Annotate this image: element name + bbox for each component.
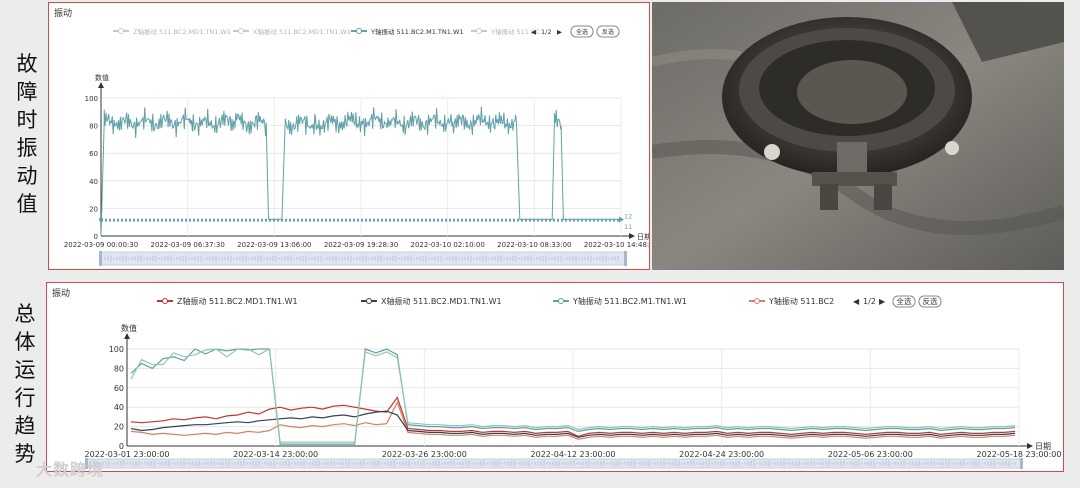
side-char: 动 bbox=[16, 164, 38, 188]
bottom-chart-svg: Z轴振动 511.BC2.MD1.TN1.W1 X轴振动 511.BC2.MD1.… bbox=[85, 295, 1062, 469]
legend-item[interactable]: Y轴振动 511.BC2 bbox=[768, 296, 834, 306]
invert-select-label[interactable]: 反选 bbox=[602, 28, 614, 36]
x-tick-label: 2022-03-09 00:00:30 bbox=[64, 241, 138, 249]
watermark-logo: 大数跨境 bbox=[36, 460, 105, 479]
datazoom-slider[interactable] bbox=[86, 458, 1022, 469]
y-tick-label: 20 bbox=[114, 423, 124, 432]
y-axis-title: 数值 bbox=[121, 323, 137, 333]
x-tick-label: 2022-05-18 23:00:00 bbox=[977, 450, 1062, 459]
top-chart-svg: Z轴振动 511.BC2.MD1.TN1.W1 X轴振动 511.BC2.MD1.… bbox=[64, 25, 649, 266]
side-char: 总 bbox=[14, 302, 36, 326]
y-tick-label: 60 bbox=[114, 384, 124, 393]
x-tick-label: 2022-03-10 08:33:00 bbox=[497, 241, 571, 249]
side-char: 体 bbox=[14, 330, 36, 354]
side-char: 运 bbox=[14, 358, 36, 382]
top-chart-panel: 振动 Z轴振动 511.BC2.MD1.TN1.W1 X轴振动 511.BC2.M… bbox=[48, 2, 650, 270]
legend-pager: 1/2 bbox=[541, 28, 551, 36]
side-char: 行 bbox=[14, 386, 36, 410]
legend-prev-icon[interactable]: ◀ bbox=[853, 297, 860, 306]
x-axis-title: 日期 bbox=[637, 233, 649, 241]
side-char: 振 bbox=[16, 136, 38, 160]
side-char: 势 bbox=[14, 442, 36, 466]
legend-marker[interactable] bbox=[238, 28, 244, 34]
invert-select-label[interactable]: 反选 bbox=[923, 296, 938, 306]
datazoom-handle-right[interactable] bbox=[1020, 458, 1023, 469]
x-tick-label: 2022-03-09 19:28:30 bbox=[324, 241, 398, 249]
y-tick-label: 60 bbox=[89, 150, 98, 158]
legend-marker[interactable] bbox=[366, 298, 372, 304]
x-tick-label: 2022-03-10 14:48:00 bbox=[584, 241, 649, 249]
legend-prev-icon[interactable]: ◀ bbox=[531, 28, 536, 36]
legend-item[interactable]: Y轴振动 511.BC2.M1.TN1.W1 bbox=[370, 27, 464, 36]
y-tick-label: 80 bbox=[114, 364, 124, 373]
legend-item[interactable]: X轴振动 511.BC2.MD1.TN1.W1 bbox=[253, 27, 351, 36]
legend-marker[interactable] bbox=[356, 28, 362, 34]
x-tick-label: 2022-03-26 23:00:00 bbox=[382, 450, 467, 459]
x-tick-label: 2022-03-09 06:37:30 bbox=[150, 241, 224, 249]
datazoom-handle-left[interactable] bbox=[99, 251, 102, 266]
y-tick-label: 100 bbox=[109, 345, 124, 354]
side-char: 趋 bbox=[14, 414, 36, 438]
side-char: 故 bbox=[16, 52, 38, 76]
side-label-trend: 总 体 运 行 趋 势 bbox=[12, 300, 38, 468]
y-tick-label: 40 bbox=[89, 178, 98, 186]
legend-item[interactable]: Z轴振动 511.BC2.MD1.TN1.W1 bbox=[177, 296, 298, 306]
x-tick-label: 2022-05-06 23:00:00 bbox=[828, 450, 913, 459]
legend-marker[interactable] bbox=[754, 298, 760, 304]
y-tick-label: 20 bbox=[89, 205, 98, 213]
legend-marker[interactable] bbox=[476, 28, 482, 34]
markline-label: 12 bbox=[624, 212, 632, 220]
legend-item[interactable]: Y轴振动 511.BC2.M1.TN1.W1 bbox=[572, 296, 687, 306]
gearbox-photo bbox=[652, 2, 1064, 270]
legend-marker[interactable] bbox=[558, 298, 564, 304]
markline-label: 11 bbox=[624, 223, 632, 231]
legend-next-icon[interactable]: ▶ bbox=[557, 28, 562, 36]
x-tick-label: 2022-03-14 23:00:00 bbox=[233, 450, 318, 459]
y-tick-label: 40 bbox=[114, 403, 124, 412]
y-tick-label: 80 bbox=[89, 123, 98, 131]
side-char: 障 bbox=[16, 80, 38, 104]
side-char: 值 bbox=[16, 192, 38, 216]
x-tick-label: 2022-03-09 13:06:00 bbox=[237, 241, 311, 249]
legend-pager: 1/2 bbox=[863, 297, 876, 306]
legend-marker[interactable] bbox=[162, 298, 168, 304]
legend-item[interactable]: Z轴振动 511.BC2.MD1.TN1.W1 bbox=[133, 27, 231, 36]
photo-gearbox-hub-image bbox=[652, 2, 1064, 270]
x-axis-arrow-icon bbox=[1027, 443, 1033, 449]
select-all-label[interactable]: 全选 bbox=[897, 296, 912, 306]
side-char: 时 bbox=[16, 108, 38, 132]
select-all-label[interactable]: 全选 bbox=[576, 28, 588, 36]
y-axis-arrow-icon bbox=[124, 333, 130, 339]
y-axis-title: 数值 bbox=[95, 73, 109, 82]
legend-next-icon[interactable]: ▶ bbox=[879, 297, 886, 306]
legend-marker[interactable] bbox=[118, 28, 124, 34]
y-tick-label: 100 bbox=[85, 95, 98, 103]
y-axis-arrow-icon bbox=[98, 82, 104, 88]
side-label-fault: 故 障 时 振 动 值 bbox=[14, 50, 40, 218]
bottom-chart-panel: 振动 Z轴振动 511.BC2.MD1.TN1.W1 X轴振动 511.BC2.M… bbox=[46, 282, 1064, 472]
datazoom-handle-right[interactable] bbox=[624, 251, 627, 266]
legend-item[interactable]: X轴振动 511.BC2.MD1.TN1.W1 bbox=[381, 296, 502, 306]
y-tick-label: 0 bbox=[94, 233, 98, 241]
x-tick-label: 2022-03-10 02:10:00 bbox=[410, 241, 484, 249]
x-axis-arrow-icon bbox=[629, 233, 635, 239]
markline-start-dot bbox=[99, 217, 103, 222]
x-tick-label: 2022-04-24 23:00:00 bbox=[679, 450, 764, 459]
x-tick-label: 2022-04-12 23:00:00 bbox=[531, 450, 616, 459]
